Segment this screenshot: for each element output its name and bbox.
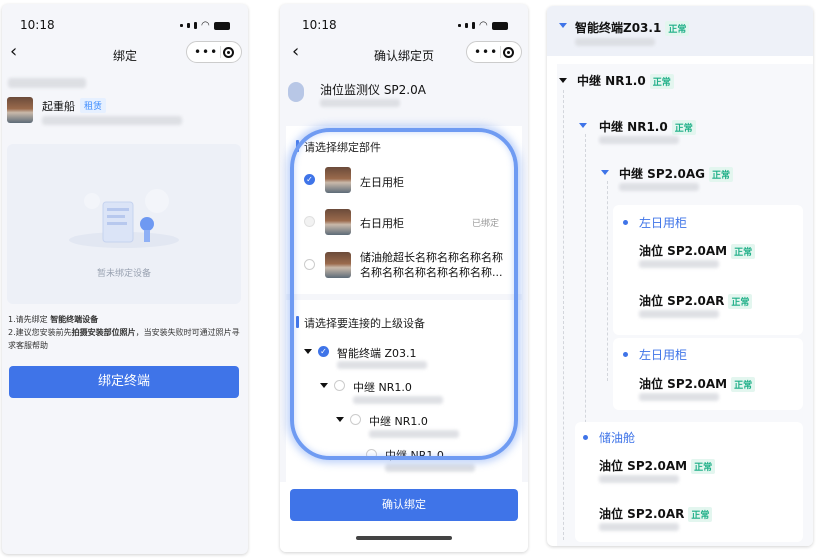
status-icons: ◠ <box>180 20 230 31</box>
oil-sensor[interactable]: 油位 SP2.0AR 正常 <box>599 505 713 522</box>
oil-sensor[interactable]: 油位 SP2.0AR 正常 <box>639 292 753 309</box>
expand-arrow-icon[interactable] <box>579 123 587 128</box>
sn-redacted <box>619 183 699 191</box>
relay-1[interactable]: 中继 NR1.0 正常 <box>577 72 674 89</box>
instruction-1: 1.请先绑定 智能终端设备 <box>8 315 99 324</box>
device-tree-panel: 智能终端Z03.1 正常 中继 NR1.0 正常 中继 NR1.0 正常 中继 SP2… <box>547 6 813 546</box>
highlight-outline <box>290 128 518 460</box>
battery-icon <box>491 21 508 30</box>
sn-redacted <box>599 136 679 144</box>
sn-redacted <box>599 475 679 483</box>
instruction-2: 2.建议您安装前先拍摄安装部位照片，当安装失败时可通过照片寻求客服帮助 <box>8 328 240 350</box>
ship-thumbnail <box>7 97 33 123</box>
wifi-icon: ◠ <box>479 20 488 31</box>
bind-page-panel: 10:18 ◠ ‹ 绑定 ••• 起重船 租赁 暂未绑定设备 1.请先绑定 智能… <box>2 4 248 554</box>
relay-3[interactable]: 中继 SP2.0AG 正常 <box>619 165 734 182</box>
item-subtext-redacted <box>42 116 182 125</box>
status-time: 10:18 <box>20 18 55 32</box>
battery-icon <box>213 21 230 30</box>
item-name: 起重船 <box>42 100 75 113</box>
more-icon[interactable]: ••• <box>474 46 498 58</box>
oil-sensor[interactable]: 油位 SP2.0AM 正常 <box>599 457 716 474</box>
tree-line <box>607 181 608 381</box>
item-tag: 租赁 <box>80 98 107 113</box>
more-icon[interactable]: ••• <box>194 46 218 58</box>
root-device[interactable]: 智能终端Z03.1 正常 <box>575 19 690 36</box>
expand-arrow-icon[interactable] <box>601 170 609 175</box>
device-title: 油位监测仪 SP2.0A <box>320 83 426 97</box>
wifi-icon: ◠ <box>201 20 210 31</box>
instructions: 1.请先绑定 智能终端设备 2.建议您安装前先拍摄安装部位照片，当安装失败时可通… <box>8 313 244 352</box>
group-dot <box>623 220 628 225</box>
group-dot <box>623 352 628 357</box>
confirm-bind-panel: 10:18 ◠ ‹ 确认绑定页 ••• 油位监测仪 SP2.0A 请选择绑定部件… <box>280 4 528 552</box>
expand-arrow-icon[interactable] <box>559 78 567 83</box>
group-dot <box>583 435 588 440</box>
bind-terminal-button[interactable]: 绑定终端 <box>9 366 239 398</box>
sn-redacted <box>639 393 719 401</box>
sn-redacted <box>599 523 679 531</box>
empty-state-text: 暂未绑定设备 <box>96 269 151 279</box>
relay-2[interactable]: 中继 NR1.0 正常 <box>599 118 696 135</box>
upstream-sn-redacted <box>385 464 475 472</box>
confirm-bind-button[interactable]: 确认绑定 <box>290 489 518 521</box>
ship-name-redacted <box>8 78 86 88</box>
close-target-icon[interactable] <box>223 46 235 58</box>
sn-redacted <box>639 310 719 318</box>
expand-arrow-icon[interactable] <box>559 23 567 28</box>
oil-sensor[interactable]: 油位 SP2.0AM 正常 <box>639 242 756 259</box>
status-time: 10:18 <box>302 18 337 32</box>
oil-sensor[interactable]: 油位 SP2.0AM 正常 <box>639 375 756 392</box>
group-label[interactable]: 左日用柜 <box>639 346 687 363</box>
device-sn-redacted <box>320 99 400 107</box>
group-label[interactable]: 储油舱 <box>599 429 635 446</box>
sn-redacted <box>639 260 719 268</box>
mini-program-capsule[interactable]: ••• <box>466 41 522 63</box>
device-icon <box>288 82 304 102</box>
empty-state-card: 暂未绑定设备 <box>7 144 241 304</box>
close-target-icon[interactable] <box>503 46 515 58</box>
tree-line <box>563 90 564 540</box>
empty-illustration <box>69 189 179 248</box>
status-icons: ◠ <box>458 20 508 31</box>
group-label[interactable]: 左日用柜 <box>639 214 687 231</box>
home-indicator <box>356 536 452 540</box>
sn-redacted <box>575 38 655 46</box>
mini-program-capsule[interactable]: ••• <box>186 41 242 63</box>
